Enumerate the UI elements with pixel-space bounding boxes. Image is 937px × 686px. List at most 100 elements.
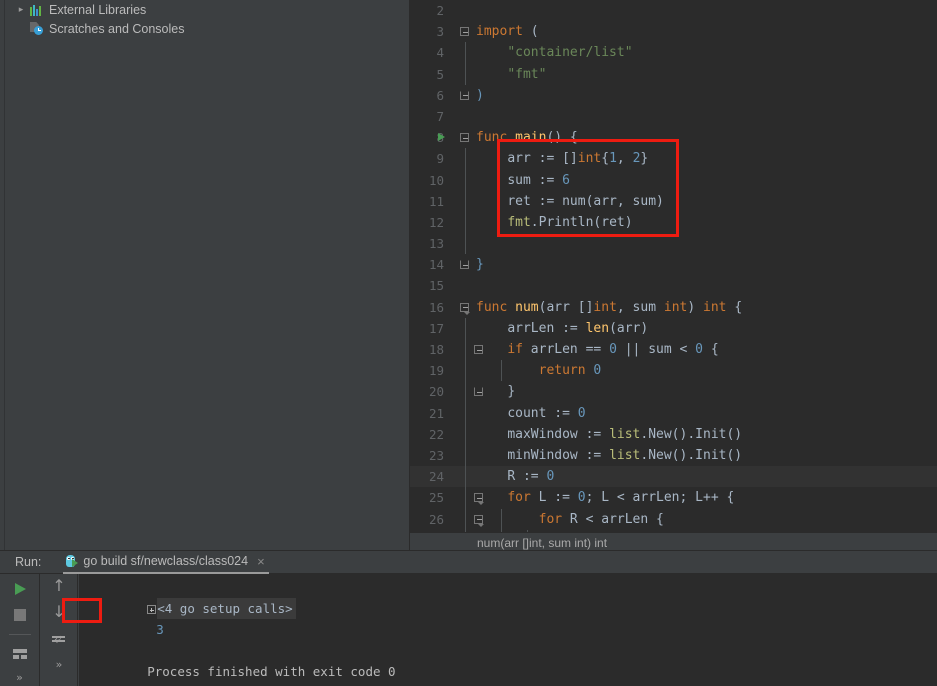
fold-toggle-icon[interactable]: [460, 302, 470, 315]
stop-button[interactable]: [11, 606, 29, 624]
fold-toggle-icon[interactable]: [460, 133, 469, 143]
tree-item-external-libraries[interactable]: ▸ External Libraries: [0, 0, 409, 19]
line-number: 15: [428, 278, 444, 294]
code-line[interactable]: 3 import (: [410, 21, 937, 42]
run-tab-go-build[interactable]: go build sf/newclass/class024 ×: [63, 551, 269, 574]
run-button[interactable]: [11, 580, 29, 598]
code-text: ret := num(arr, sum): [507, 193, 664, 209]
print-button[interactable]: [11, 645, 29, 663]
line-number: 4: [436, 45, 444, 61]
code-text: import (: [476, 24, 539, 40]
code-text: arrLen := len(arr): [507, 320, 649, 336]
code-line[interactable]: 19 return 0: [410, 360, 937, 382]
console-line-setup-calls[interactable]: <4 go setup calls>: [79, 577, 937, 619]
tree-item-scratches-and-consoles[interactable]: ▸ Scratches and Consoles: [0, 19, 409, 38]
code-text: for L := 0; L < arrLen; L++ {: [507, 490, 735, 506]
code-text: func main() {: [476, 130, 578, 146]
toolbar-overflow-button[interactable]: »: [16, 671, 23, 684]
fold-region-line: [464, 381, 466, 403]
left-tool-stripe: [0, 0, 5, 550]
code-text: }: [507, 384, 516, 400]
expand-icon[interactable]: [147, 605, 157, 614]
fold-region-line: [464, 339, 466, 361]
code-text: arr := []int{1, 2}: [507, 151, 649, 167]
code-line[interactable]: 9 arr := []int{1, 2}: [410, 148, 937, 170]
line-number: 17: [428, 320, 444, 336]
line-number: 16: [428, 299, 444, 315]
code-text: return 0: [538, 363, 602, 379]
run-window-label: Run:: [15, 555, 42, 569]
code-text: "fmt": [507, 66, 547, 82]
code-line[interactable]: 26 for R < arrLen {: [410, 508, 937, 530]
fold-region-line: [464, 402, 466, 424]
line-number: 5: [436, 66, 444, 82]
code-line[interactable]: 20 }: [410, 381, 937, 403]
line-number: 22: [428, 426, 444, 442]
exit-message: Process finished with exit code 0: [147, 664, 396, 679]
code-line[interactable]: 17 arrLen := len(arr): [410, 317, 937, 339]
line-number: 26: [428, 511, 444, 527]
code-line[interactable]: 21 count := 0: [410, 402, 937, 424]
line-number: 7: [436, 108, 444, 124]
run-console[interactable]: <4 go setup calls> 3 Process finished wi…: [79, 574, 937, 686]
code-text: if arrLen == 0 || sum < 0 {: [507, 342, 719, 357]
line-number: 14: [428, 257, 444, 273]
code-line[interactable]: 5 "fmt": [410, 63, 937, 85]
line-number: 10: [428, 172, 444, 188]
line-number: 9: [436, 151, 444, 167]
code-line[interactable]: 11 ret := num(arr, sum): [410, 190, 937, 212]
code-line[interactable]: 22 maxWindow := list.New().Init(): [410, 423, 937, 445]
code-line[interactable]: 13: [410, 233, 937, 255]
run-tab-label: go build sf/newclass/class024: [83, 554, 249, 568]
go-gopher-icon: [65, 554, 79, 568]
code-line[interactable]: 8 func main() {: [410, 127, 937, 148]
code-line[interactable]: 2: [410, 0, 937, 21]
fold-toggle-icon[interactable]: [460, 27, 469, 37]
code-line[interactable]: 16 func num(arr []int, sum int) int {: [410, 297, 937, 318]
line-number: 25: [428, 490, 444, 506]
run-toolbar-primary: »: [0, 574, 40, 686]
fold-region-line: [464, 466, 466, 488]
code-line-current[interactable]: 24 R := 0: [410, 466, 937, 488]
scroll-up-button[interactable]: [50, 576, 68, 598]
chevron-right-icon[interactable]: ▸: [14, 4, 28, 15]
code-line[interactable]: 12 fmt.Println(ret): [410, 211, 937, 234]
libraries-icon: [30, 4, 44, 16]
code-line[interactable]: 4 "container/list": [410, 42, 937, 64]
code-line[interactable]: 6 ): [410, 85, 937, 106]
run-header: Run: go build sf/newclass/class024 ×: [0, 551, 937, 574]
scroll-down-button[interactable]: [50, 602, 68, 624]
toolbar-overflow-button-2[interactable]: »: [56, 658, 63, 671]
tree-item-label: External Libraries: [49, 2, 147, 17]
code-editor[interactable]: 2 3 import ( 4 "container/list" 5 "fmt" …: [410, 0, 937, 532]
fold-toggle-icon[interactable]: [460, 260, 469, 270]
fold-toggle-icon[interactable]: [460, 90, 469, 100]
code-line[interactable]: 14 }: [410, 254, 937, 275]
code-text: sum := 6: [507, 172, 570, 188]
line-number: 24: [428, 469, 444, 485]
code-text: count := 0: [507, 405, 586, 421]
chevron-placeholder-icon: ▸: [14, 23, 28, 34]
code-line[interactable]: 7: [410, 106, 937, 127]
scratches-icon: [30, 22, 44, 35]
fold-region-line: [464, 211, 466, 234]
code-text: "container/list": [507, 45, 633, 61]
code-line[interactable]: 10 sum := 6: [410, 169, 937, 191]
soft-wrap-button[interactable]: [50, 631, 68, 650]
fold-region-line: [464, 169, 466, 191]
code-line[interactable]: 25 for L := 0; L < arrLen; L++ {: [410, 487, 937, 509]
line-number: 23: [428, 447, 444, 463]
code-line[interactable]: 23 minWindow := list.New().Init(): [410, 444, 937, 467]
code-line[interactable]: 15: [410, 275, 937, 296]
code-text: for R < arrLen {: [538, 511, 664, 527]
fold-region-line: [464, 444, 466, 467]
run-gutter-icon[interactable]: [438, 133, 445, 142]
breadcrumb-text: num(arr []int, sum int) int: [477, 536, 608, 550]
close-icon[interactable]: ×: [257, 554, 265, 569]
line-number: 18: [428, 342, 444, 357]
run-tool-window: Run: go build sf/newclass/class024 × » »: [0, 550, 937, 686]
toolbar-divider: [8, 634, 31, 635]
editor-scrollbar[interactable]: [925, 0, 937, 532]
code-line[interactable]: 18 if arrLen == 0 || sum < 0 {: [410, 339, 937, 361]
